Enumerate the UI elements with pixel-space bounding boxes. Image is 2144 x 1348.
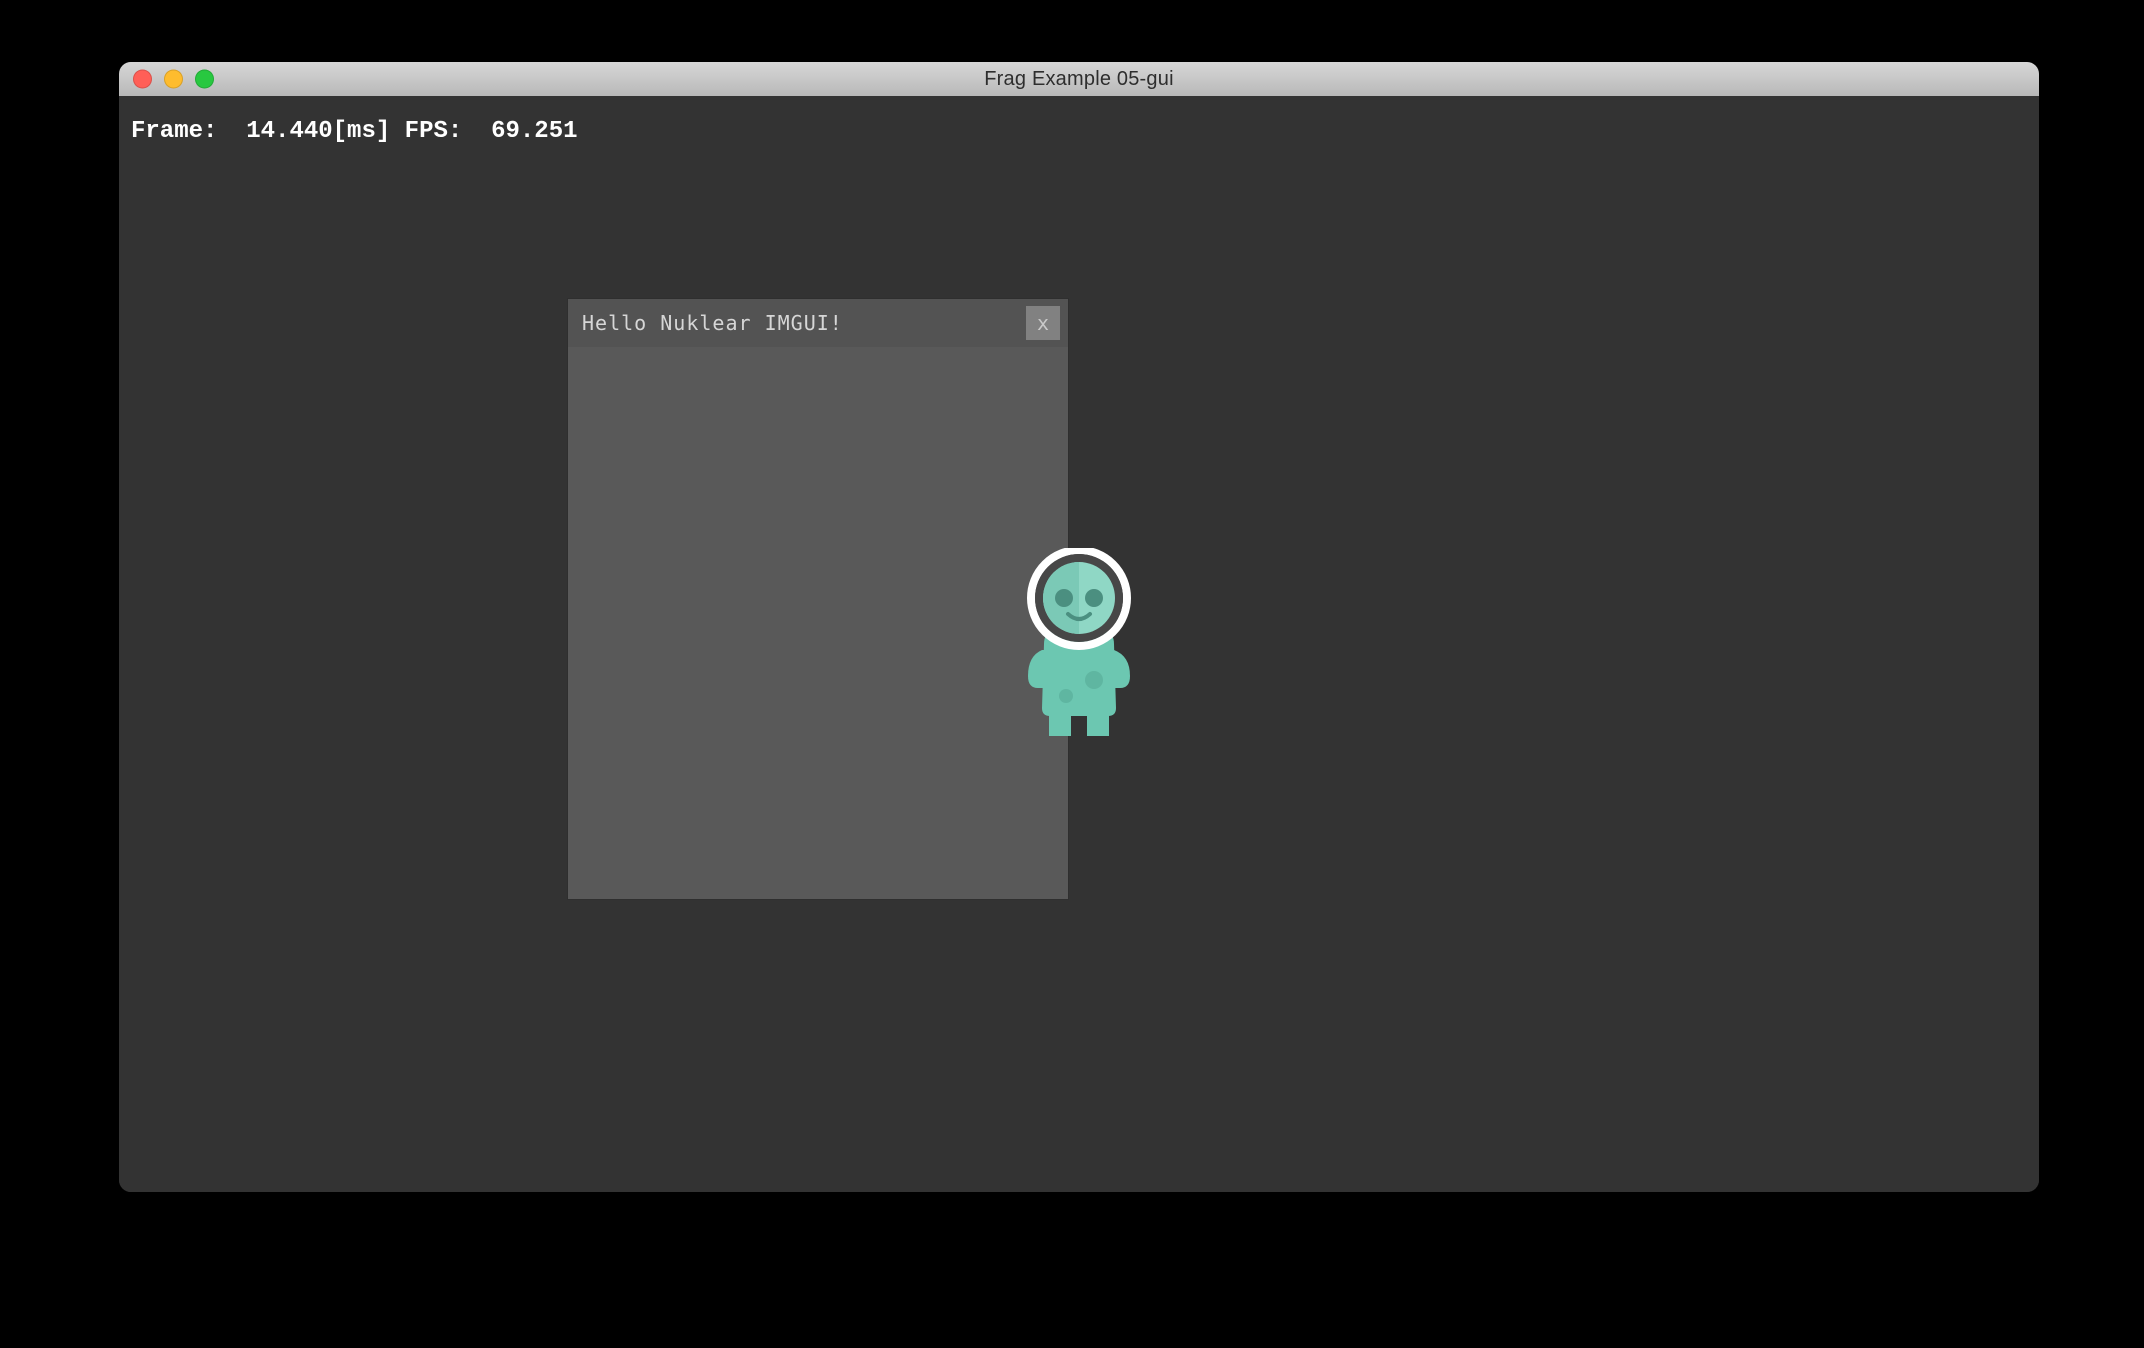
fps-value: 69.251 bbox=[491, 118, 577, 145]
astronaut-sprite bbox=[1014, 548, 1144, 738]
frame-label: Frame: bbox=[131, 118, 217, 145]
frame-unit: [ms] bbox=[333, 118, 391, 145]
canvas-area: Frame: 14.440[ms] FPS: 69.251 Hello Nukl… bbox=[119, 96, 2039, 1192]
frame-value: 14.440 bbox=[246, 118, 332, 145]
window-close-button[interactable] bbox=[133, 70, 152, 89]
nuklear-panel[interactable]: Hello Nuklear IMGUI! x bbox=[568, 299, 1068, 899]
traffic-lights bbox=[133, 70, 214, 89]
nuklear-panel-body bbox=[568, 347, 1068, 899]
app-window: Frag Example 05-gui Frame: 14.440[ms] FP… bbox=[119, 62, 2039, 1192]
nuklear-panel-close-button[interactable]: x bbox=[1026, 306, 1060, 340]
nuklear-panel-title: Hello Nuklear IMGUI! bbox=[582, 311, 843, 335]
nuklear-panel-header[interactable]: Hello Nuklear IMGUI! x bbox=[568, 299, 1068, 347]
titlebar[interactable]: Frag Example 05-gui bbox=[119, 62, 2039, 97]
window-zoom-button[interactable] bbox=[195, 70, 214, 89]
fps-label: FPS: bbox=[405, 118, 463, 145]
close-icon: x bbox=[1037, 311, 1049, 335]
astronaut-icon bbox=[1014, 548, 1144, 738]
window-title: Frag Example 05-gui bbox=[984, 68, 1173, 91]
frame-stats: Frame: 14.440[ms] FPS: 69.251 bbox=[131, 118, 578, 145]
window-minimize-button[interactable] bbox=[164, 70, 183, 89]
